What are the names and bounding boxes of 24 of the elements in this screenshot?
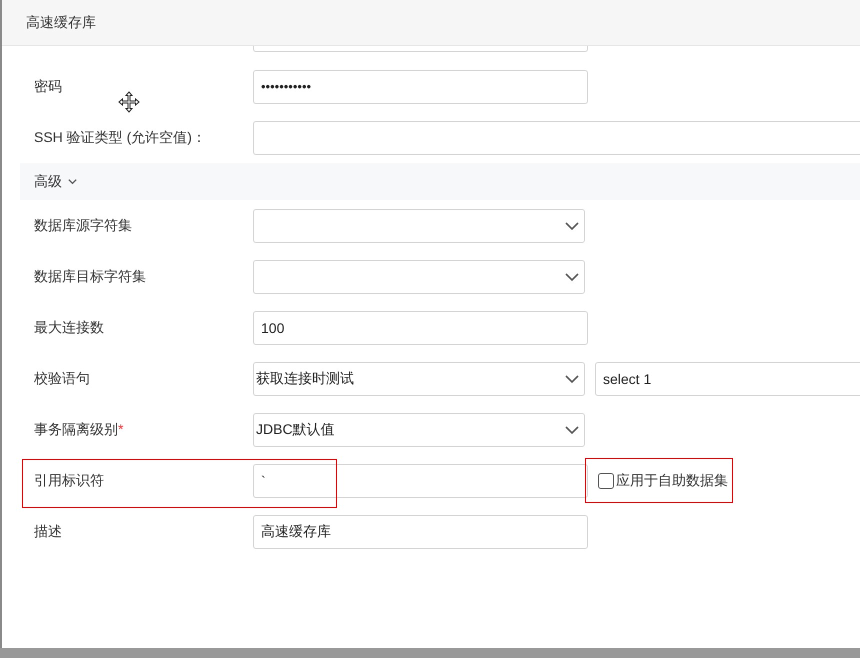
field-label: 最大连接数 bbox=[34, 318, 105, 336]
move-cursor-icon bbox=[118, 91, 140, 113]
password-field[interactable]: ••••••••••• bbox=[253, 70, 588, 104]
dropdown[interactable] bbox=[253, 208, 585, 242]
input-field[interactable]: ` bbox=[253, 464, 588, 498]
chevron-down-icon[interactable] bbox=[67, 176, 78, 187]
dialog-title: 高速缓存库 bbox=[26, 14, 96, 32]
field-label: 校验语句 bbox=[34, 370, 91, 388]
field-label: 数据库目标字符集 bbox=[34, 268, 147, 286]
dropdown[interactable]: JDBC默认值 bbox=[253, 412, 585, 446]
field-label: 描述 bbox=[34, 522, 63, 540]
checkbox-option[interactable]: 应用于自助数据集 bbox=[598, 472, 728, 490]
field-label: 密码 bbox=[34, 78, 63, 96]
field-label: 数据库源字符集 bbox=[34, 216, 133, 234]
dropdown[interactable] bbox=[253, 260, 585, 294]
field-label: 引用标识符 bbox=[34, 472, 105, 490]
input-field[interactable]: 100 bbox=[253, 310, 588, 344]
section-toggle[interactable]: 高级 bbox=[34, 172, 62, 190]
field-label: 事务隔离级别* bbox=[34, 420, 124, 438]
input-field[interactable]: select 1 bbox=[595, 362, 860, 396]
field-label: SSH 验证类型 (允许空值)： bbox=[34, 128, 207, 146]
input-field[interactable] bbox=[253, 120, 860, 154]
dropdown[interactable]: 获取连接时测试 bbox=[253, 362, 585, 396]
input-field[interactable]: 高速缓存库 bbox=[253, 514, 588, 548]
